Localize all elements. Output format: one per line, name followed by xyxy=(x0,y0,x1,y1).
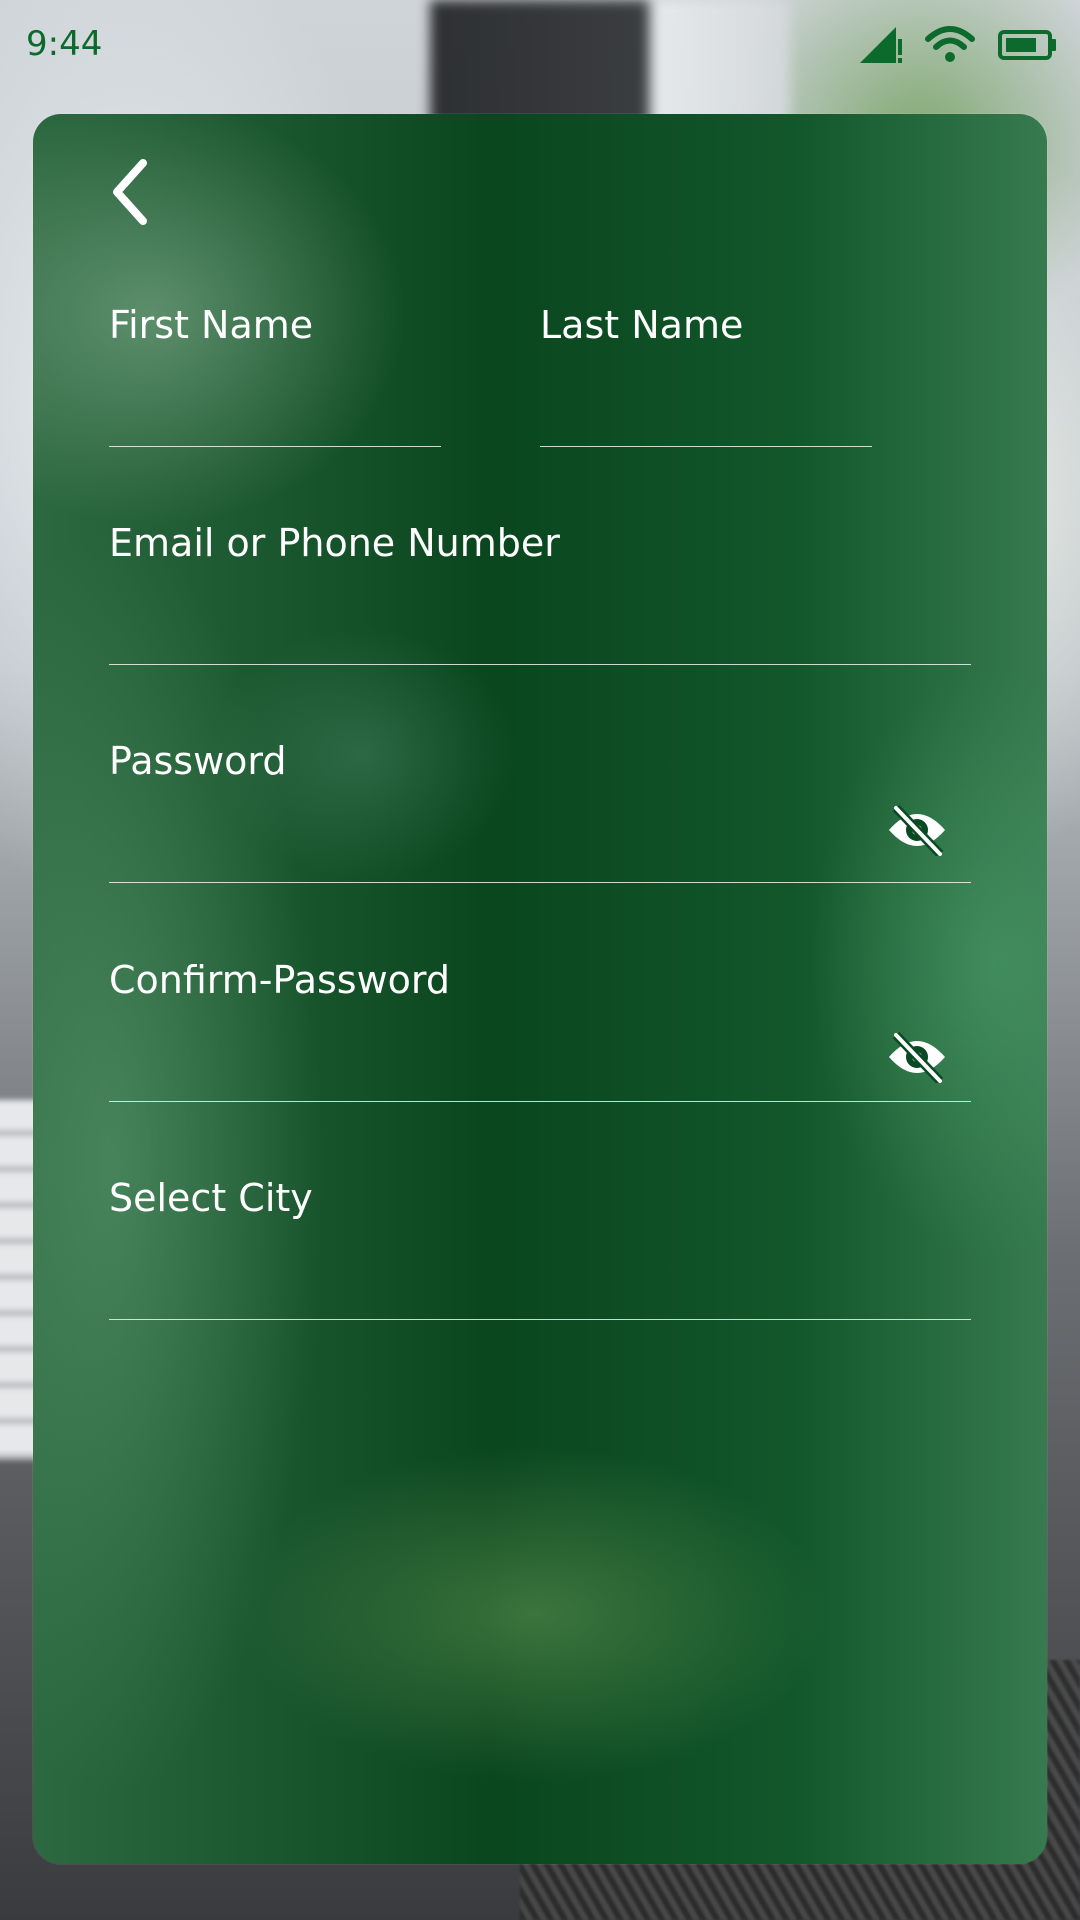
first-name-field: First Name xyxy=(109,306,441,448)
select-city-field: Select City xyxy=(109,1179,971,1321)
confirm-password-input[interactable] xyxy=(109,1031,971,1102)
password-field: Password xyxy=(109,742,971,884)
last-name-label: Last Name xyxy=(540,303,744,347)
signup-screen: 9:44 First Name Last Name Email or Phone… xyxy=(0,0,1080,1920)
confirm-password-label: Confirm-Password xyxy=(109,958,450,1002)
first-name-label: First Name xyxy=(109,303,314,347)
select-city-input[interactable] xyxy=(109,1249,971,1320)
signup-form-card: First Name Last Name Email or Phone Numb… xyxy=(33,114,1047,1864)
password-visibility-toggle[interactable] xyxy=(885,804,949,860)
email-phone-label: Email or Phone Number xyxy=(109,521,560,565)
email-phone-input[interactable] xyxy=(109,594,971,665)
chevron-left-icon xyxy=(109,157,153,231)
status-bar: 9:44 xyxy=(0,0,1080,90)
status-time: 9:44 xyxy=(26,24,103,64)
last-name-field: Last Name xyxy=(540,306,872,448)
confirm-password-field: Confirm-Password xyxy=(109,961,971,1103)
select-city-label: Select City xyxy=(109,1176,313,1220)
signal-alert-icon xyxy=(858,25,902,69)
password-input[interactable] xyxy=(109,812,971,883)
battery-icon xyxy=(998,28,1058,66)
wifi-icon xyxy=(924,25,976,69)
first-name-input[interactable] xyxy=(109,376,441,447)
status-icons xyxy=(858,22,1058,72)
last-name-input[interactable] xyxy=(540,376,872,447)
confirm-password-visibility-toggle[interactable] xyxy=(885,1031,949,1087)
back-button[interactable] xyxy=(101,154,161,234)
password-label: Password xyxy=(109,739,287,783)
email-phone-field: Email or Phone Number xyxy=(109,524,971,666)
eye-off-icon xyxy=(886,1031,948,1087)
eye-off-icon xyxy=(886,804,948,860)
